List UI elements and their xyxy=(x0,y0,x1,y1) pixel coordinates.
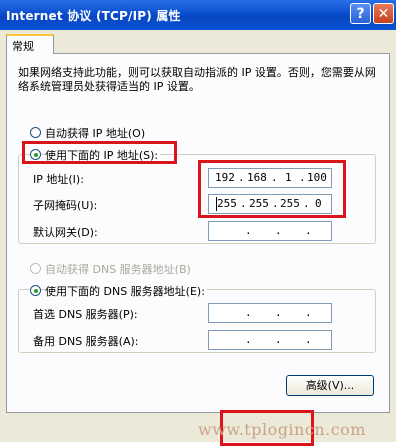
ip-address-label: IP 地址(I): xyxy=(33,173,84,186)
ip-auto-radio[interactable] xyxy=(30,127,41,138)
highlight-ip-fields xyxy=(198,160,346,218)
description-text: 如果网络支持此功能，则可以获取自动指派的 IP 设置。否则，您需要从网络系统管理… xyxy=(18,66,376,93)
close-button[interactable]: ✕ xyxy=(373,3,394,24)
subnet-mask-label: 子网掩码(U): xyxy=(33,199,98,212)
gateway-label: 默认网关(D): xyxy=(33,226,98,239)
dns-auto-label: 自动获得 DNS 服务器地址(B) xyxy=(45,263,191,276)
advanced-button[interactable]: 高级(V)... xyxy=(286,375,374,396)
dns-manual-label: 使用下面的 DNS 服务器地址(E): xyxy=(45,283,207,299)
preferred-dns-field[interactable]: ... xyxy=(208,303,332,323)
dns-manual-radio[interactable] xyxy=(30,285,41,296)
watermark-text: www.tplogincn.com xyxy=(198,420,366,439)
alternate-dns-label: 备用 DNS 服务器(A): xyxy=(33,335,139,348)
window-title: Internet 协议 (TCP/IP) 属性 xyxy=(6,9,181,23)
tab-general[interactable]: 常规 xyxy=(6,34,54,54)
alternate-dns-field[interactable]: ... xyxy=(208,330,332,350)
gateway-field[interactable]: . .. xyxy=(208,221,332,241)
help-button[interactable]: ? xyxy=(350,3,371,24)
ip-auto-label: 自动获得 IP 地址(O) xyxy=(45,127,146,140)
preferred-dns-label: 首选 DNS 服务器(P): xyxy=(33,308,138,321)
title-bar: Internet 协议 (TCP/IP) 属性 ? ✕ xyxy=(0,0,396,30)
dns-auto-radio[interactable] xyxy=(30,263,41,274)
highlight-manual-ip xyxy=(22,141,177,164)
